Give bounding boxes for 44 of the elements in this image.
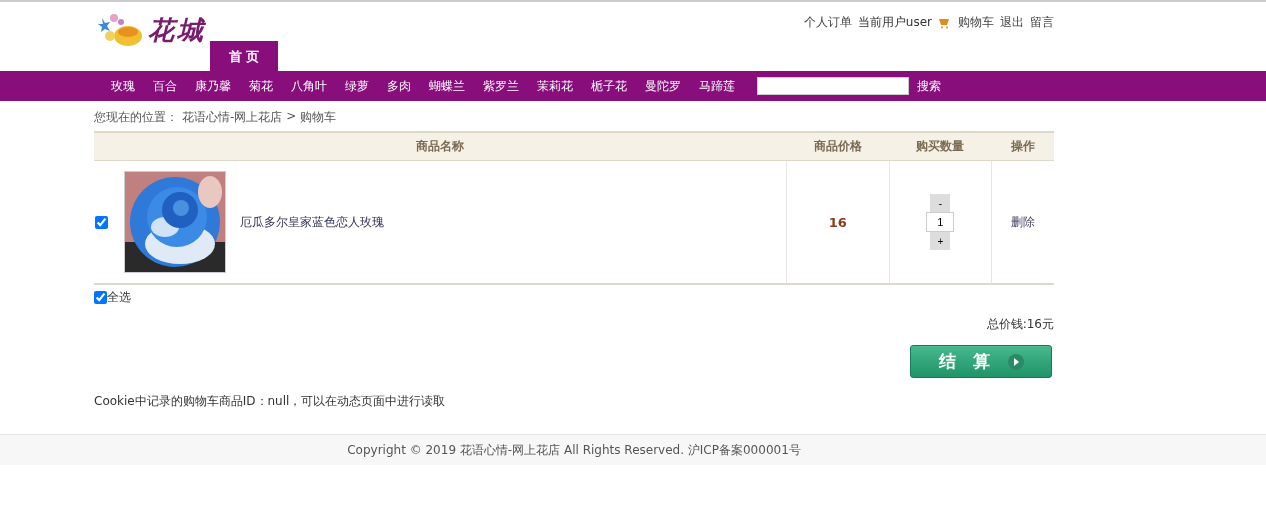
increase-button[interactable]: + [930,232,951,250]
quantity-field[interactable]: 1 [926,212,955,232]
column-header: 操作 [991,132,1054,161]
total-price: 总价钱:16元 [985,316,1054,333]
delete-link[interactable]: 删除 [1011,214,1035,229]
user-link[interactable]: 当前用户user [857,14,932,31]
nav-link[interactable]: 菊花 [249,77,273,95]
home-tab[interactable]: 首 页 [210,41,278,71]
logo-text: 花城 [148,13,206,47]
search-field[interactable] [757,77,909,95]
play-icon [1007,353,1024,370]
breadcrumb-label: 您现在的位置： [94,109,178,126]
price: 16 [828,214,847,230]
breadcrumb-separator: > [286,109,297,125]
column-header: 商品价格 [786,132,890,161]
search-link[interactable]: 搜索 [917,77,941,95]
select-all-label: 全选 [107,289,131,306]
nav-link[interactable]: 栀子花 [591,77,627,95]
top-link[interactable]: 个人订单 [803,14,852,31]
decrease-button[interactable]: - [930,194,951,212]
cart-icon [938,16,952,29]
nav-link[interactable]: 紫罗兰 [483,77,519,95]
breadcrumb-current: 购物车 [300,109,337,126]
nav-link[interactable]: 蝴蝶兰 [429,77,465,95]
cart-link[interactable]: 购物车 [958,14,994,31]
nav-link[interactable]: 八角叶 [291,77,327,95]
nav-link[interactable]: 曼陀罗 [645,77,681,95]
top-link[interactable]: 退出 [1000,14,1024,31]
top-link[interactable]: 留言 [1030,14,1054,31]
product-name[interactable]: 厄瓜多尔皇家蓝色恋人玫瑰 [240,213,384,231]
breadcrumb-link[interactable]: 花语心情-网上花店 [182,109,283,126]
nav-link[interactable]: 马蹄莲 [699,77,735,95]
item-checkbox[interactable] [95,215,108,229]
nav-link[interactable]: 康乃馨 [195,77,231,95]
nav-link[interactable]: 玫瑰 [111,77,135,95]
copyright-text: Copyright © 2019 花语心情-网上花店 All Rights Reserved. 沪ICP备案000001号 [347,443,801,457]
nav-link[interactable]: 绿萝 [345,77,369,95]
column-header: 商品名称 [94,132,787,161]
nav-link[interactable]: 多肉 [387,77,411,95]
nav-link[interactable]: 茉莉花 [537,77,573,95]
nav-link[interactable]: 百合 [153,77,177,95]
cookie-note: Cookie中记录的购物车商品ID：null，可以在动态页面中进行读取 [94,393,447,410]
column-header: 购买数量 [889,132,992,161]
select-all-checkbox[interactable] [94,291,107,304]
